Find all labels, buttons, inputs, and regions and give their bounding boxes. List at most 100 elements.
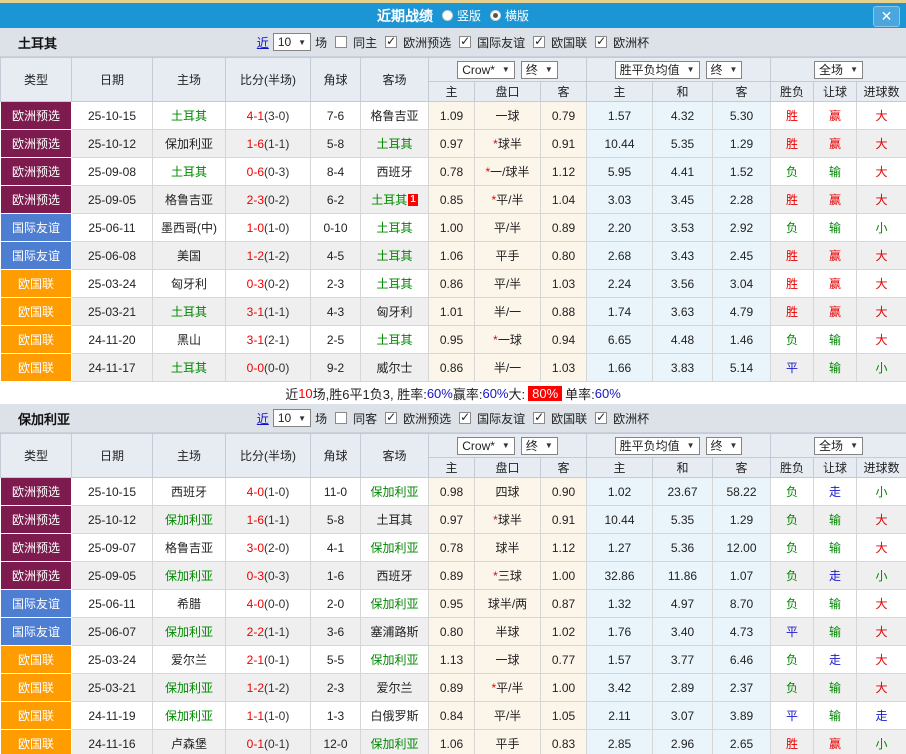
result-goals: 大	[857, 534, 906, 562]
odds-group-header: Crow* ▼ 终 ▼	[429, 58, 587, 82]
avg-draw: 5.35	[653, 130, 713, 158]
scope-select[interactable]: 全场 ▼	[814, 61, 863, 79]
comp-label-euro-qual[interactable]: 欧洲预选	[403, 410, 451, 427]
result-handicap: 输	[814, 534, 857, 562]
half-score: (2-0)	[264, 541, 289, 555]
result-wdl: 负	[771, 590, 814, 618]
same-side-checkbox[interactable]	[335, 412, 347, 424]
home-team: 匈牙利	[153, 270, 226, 298]
odds-home: 0.89	[429, 674, 475, 702]
handicap-text: 四球	[495, 485, 519, 499]
score-cell: 1-6(1-1)	[226, 130, 311, 158]
half-score: (1-1)	[264, 137, 289, 151]
sub-col-handicap: 盘口	[475, 82, 541, 102]
match-date: 25-03-24	[72, 646, 153, 674]
odds-home: 1.13	[429, 646, 475, 674]
comp-label-euro-cup[interactable]: 欧洲杯	[613, 410, 649, 427]
score-cell: 0-3(0-3)	[226, 562, 311, 590]
away-team: 土耳其	[361, 242, 429, 270]
comp-checkbox-euro-qual[interactable]	[385, 412, 397, 424]
full-score: 4-0	[247, 485, 264, 499]
league-badge: 欧洲预选	[1, 186, 72, 214]
chevron-down-icon: ▼	[850, 65, 858, 74]
match-row: 国际友谊25-06-11希腊4-0(0-0)2-0保加利亚0.95球半/两0.8…	[1, 590, 906, 618]
comp-label-euro-cup[interactable]: 欧洲杯	[613, 34, 649, 51]
handicap-cell: *平/半	[475, 674, 541, 702]
comp-checkbox-nations-league[interactable]	[533, 36, 545, 48]
comp-checkbox-friendly[interactable]	[459, 412, 471, 424]
avg-home: 2.11	[587, 702, 653, 730]
handicap-cell: 平/半	[475, 214, 541, 242]
home-team-name: 希腊	[177, 597, 201, 611]
match-date: 25-10-15	[72, 102, 153, 130]
vertical-layout-label[interactable]: 竖版	[457, 7, 481, 24]
avg-draw: 4.97	[653, 590, 713, 618]
avg-draw: 5.36	[653, 534, 713, 562]
avg-stage-select[interactable]: 终 ▼	[706, 61, 743, 79]
bookmaker-select[interactable]: Crow* ▼	[457, 437, 515, 455]
match-count-select[interactable]: 10 ▼	[273, 409, 311, 427]
comp-label-friendly[interactable]: 国际友谊	[477, 34, 525, 51]
sub-col-avg-away: 客	[713, 458, 771, 478]
horizontal-layout-radio[interactable]	[490, 10, 501, 21]
near-link[interactable]: 近	[257, 34, 269, 51]
result-group-header: 全场 ▼	[771, 58, 906, 82]
result-wdl: 负	[771, 674, 814, 702]
comp-checkbox-euro-cup[interactable]	[595, 412, 607, 424]
result-wdl: 平	[771, 702, 814, 730]
result-goals: 大	[857, 506, 906, 534]
half-score: (0-0)	[264, 597, 289, 611]
full-score: 1-2	[247, 681, 264, 695]
comp-label-nations-league[interactable]: 欧国联	[551, 34, 587, 51]
comp-label-nations-league[interactable]: 欧国联	[551, 410, 587, 427]
sub-col-avg-home: 主	[587, 82, 653, 102]
odds-stage-select[interactable]: 终 ▼	[521, 61, 558, 79]
chevron-down-icon: ▼	[687, 65, 695, 74]
full-score: 1-1	[247, 709, 264, 723]
vertical-layout-radio[interactable]	[442, 10, 453, 21]
handicap-text: 三球	[498, 569, 522, 583]
score-cell: 2-2(1-1)	[226, 618, 311, 646]
summary-segment: 场,胜6平1负3, 胜率:	[313, 384, 427, 403]
full-score: 0-3	[247, 569, 264, 583]
bookmaker-select[interactable]: Crow* ▼	[457, 61, 515, 79]
handicap-text: 一球	[495, 109, 519, 123]
handicap-text: 半/一	[494, 361, 521, 375]
result-goals: 走	[857, 702, 906, 730]
match-row: 欧洲预选25-09-08土耳其0-6(0-3)8-4西班牙0.78*一/球半1.…	[1, 158, 906, 186]
away-team-name: 威尔士	[376, 361, 412, 375]
match-date: 25-09-05	[72, 186, 153, 214]
full-score: 3-0	[247, 541, 264, 555]
scope-select[interactable]: 全场 ▼	[814, 437, 863, 455]
away-team-name: 保加利亚	[370, 737, 418, 751]
near-link[interactable]: 近	[257, 410, 269, 427]
same-side-label[interactable]: 同客	[353, 410, 377, 427]
comp-checkbox-nations-league[interactable]	[533, 412, 545, 424]
avg-draw: 3.53	[653, 214, 713, 242]
same-side-checkbox[interactable]	[335, 36, 347, 48]
horizontal-layout-label[interactable]: 横版	[505, 7, 529, 24]
avg-odds-select[interactable]: 胜平负均值 ▼	[615, 437, 700, 455]
same-side-label[interactable]: 同主	[353, 34, 377, 51]
matches-tbody: 欧洲预选25-10-15土耳其4-1(3-0)7-6格鲁吉亚1.09一球0.79…	[1, 102, 906, 382]
home-team: 爱尔兰	[153, 646, 226, 674]
half-score: (0-0)	[264, 361, 289, 375]
away-team: 保加利亚	[361, 730, 429, 754]
odds-away: 1.00	[541, 562, 587, 590]
result-handicap: 输	[814, 702, 857, 730]
comp-label-euro-qual[interactable]: 欧洲预选	[403, 34, 451, 51]
match-count-select[interactable]: 10 ▼	[273, 33, 311, 51]
avg-draw: 3.77	[653, 646, 713, 674]
comp-checkbox-euro-qual[interactable]	[385, 36, 397, 48]
odds-away: 1.00	[541, 674, 587, 702]
avg-odds-select[interactable]: 胜平负均值 ▼	[615, 61, 700, 79]
avg-stage-select[interactable]: 终 ▼	[706, 437, 743, 455]
home-team: 西班牙	[153, 478, 226, 506]
comp-checkbox-euro-cup[interactable]	[595, 36, 607, 48]
close-icon[interactable]: ✕	[873, 6, 900, 27]
home-team-name: 土耳其	[171, 165, 207, 179]
odds-stage-select[interactable]: 终 ▼	[521, 437, 558, 455]
sub-col-avg-away: 客	[713, 82, 771, 102]
comp-checkbox-friendly[interactable]	[459, 36, 471, 48]
comp-label-friendly[interactable]: 国际友谊	[477, 410, 525, 427]
